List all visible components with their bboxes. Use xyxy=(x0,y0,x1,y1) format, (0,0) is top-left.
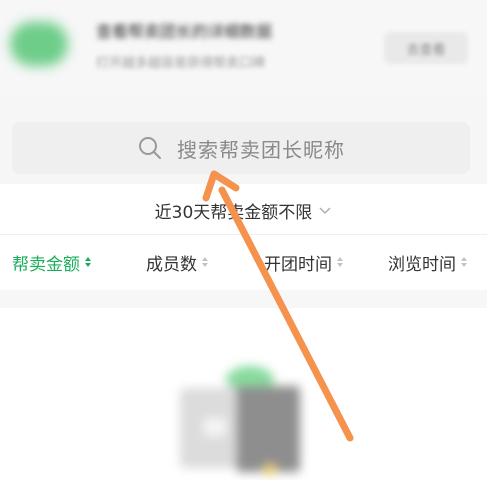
banner-title: 查看帮卖团长的详细数据 xyxy=(96,22,273,41)
sort-tabs: 帮卖金额 成员数 开团时间 浏览时间 xyxy=(0,238,487,286)
sort-tab-label: 浏览时间 xyxy=(388,254,456,275)
sort-icon xyxy=(461,257,467,267)
app-logo-icon xyxy=(10,22,68,66)
chevron-down-icon xyxy=(319,207,331,215)
search-placeholder: 搜索帮卖团长昵称 xyxy=(177,137,345,162)
search-input[interactable]: 搜索帮卖团长昵称 xyxy=(12,122,470,174)
top-banner: 查看帮卖团长的详细数据 打开越多越容易获得帮卖口碑 去查看 xyxy=(0,0,487,96)
sort-tab-label: 开团时间 xyxy=(264,254,332,275)
banner-subtitle: 打开越多越容易获得帮卖口碑 xyxy=(96,56,266,71)
sort-icon xyxy=(202,257,208,267)
sort-icon xyxy=(337,257,343,267)
time-amount-filter[interactable]: 近30天帮卖金额不限 xyxy=(0,188,487,232)
search-icon xyxy=(139,137,161,159)
divider xyxy=(0,234,487,235)
sort-tab-amount[interactable]: 帮卖金额 xyxy=(12,238,92,286)
banner-action-button[interactable]: 去查看 xyxy=(384,32,468,64)
empty-state-illustration-icon xyxy=(180,366,300,476)
sort-tab-label: 成员数 xyxy=(146,254,197,275)
section-gap xyxy=(0,290,487,308)
filter-label: 近30天帮卖金额不限 xyxy=(154,202,313,223)
sort-tab-label: 帮卖金额 xyxy=(12,254,80,275)
sort-tab-members[interactable]: 成员数 xyxy=(146,238,209,286)
sort-tab-open-time[interactable]: 开团时间 xyxy=(264,238,344,286)
sort-icon xyxy=(85,257,91,267)
sort-tab-browse-time[interactable]: 浏览时间 xyxy=(388,238,468,286)
